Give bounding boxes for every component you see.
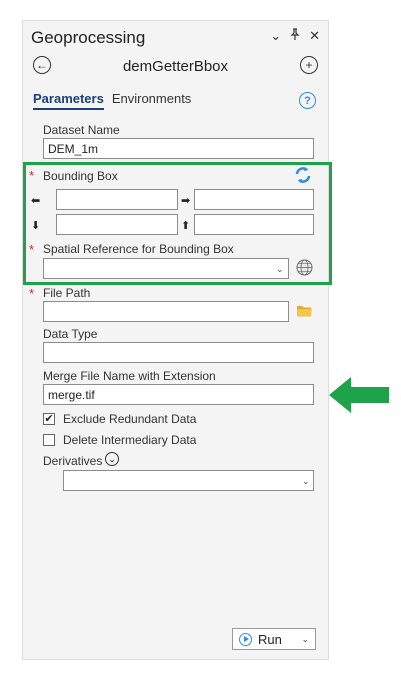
arrow-down-icon: ⬇ <box>31 220 41 232</box>
file-path-label: File Path <box>43 286 91 300</box>
exclude-redundant-label: Exclude Redundant Data <box>63 412 197 426</box>
spatial-ref-label: Spatial Reference for Bounding Box <box>43 242 234 256</box>
required-marker: * <box>29 286 35 301</box>
spatial-ref-select[interactable] <box>43 258 289 279</box>
title-controls: ⌄ ✕ <box>270 27 320 45</box>
bbox-right-input[interactable] <box>194 189 314 210</box>
help-icon[interactable]: ? <box>299 92 316 109</box>
required-marker: * <box>29 242 35 257</box>
bbox-top-input[interactable] <box>194 214 314 235</box>
run-label: Run <box>258 631 282 647</box>
tool-name: demGetterBbox <box>122 58 229 75</box>
run-dropdown-icon[interactable]: ⌄ <box>295 634 315 645</box>
tab-parameters[interactable]: Parameters <box>33 91 104 110</box>
exclude-redundant-checkbox[interactable]: ✔ <box>43 413 55 425</box>
arrow-right-icon: ➡ <box>181 195 191 207</box>
data-type-input[interactable] <box>43 342 314 363</box>
arrow-left-icon: ⬅ <box>31 195 41 207</box>
expand-chevron-icon[interactable]: ⌄ <box>105 452 119 466</box>
folder-icon[interactable] <box>296 304 313 323</box>
close-icon[interactable]: ✕ <box>309 27 320 45</box>
play-icon <box>239 632 252 646</box>
globe-icon[interactable] <box>296 259 313 281</box>
delete-intermediary-label: Delete Intermediary Data <box>63 433 197 447</box>
pane-title: Geoprocessing <box>31 28 146 47</box>
required-marker: * <box>29 168 35 183</box>
refresh-icon[interactable] <box>294 166 312 189</box>
bbox-bottom-input[interactable] <box>56 214 178 235</box>
tab-environments[interactable]: Environments <box>112 91 191 110</box>
arrow-up-icon: ⬆ <box>181 220 191 232</box>
file-path-input[interactable] <box>43 301 289 322</box>
run-button[interactable]: Run ⌄ <box>232 628 316 650</box>
bounding-box-label: Bounding Box <box>43 169 118 183</box>
chevron-down-icon[interactable]: ⌄ <box>270 27 281 45</box>
green-arrow-icon <box>329 375 391 420</box>
geoprocessing-pane: Geoprocessing ⌄ ✕ ← demGetterBbox + Para… <box>22 20 329 660</box>
dataset-name-label: Dataset Name <box>43 123 120 137</box>
derivatives-select[interactable] <box>63 470 314 491</box>
bbox-left-input[interactable] <box>56 189 178 210</box>
tabs: Parameters Environments <box>33 91 191 110</box>
add-icon[interactable]: + <box>300 56 318 74</box>
chevron-down-icon[interactable]: ⌄ <box>276 264 284 275</box>
merge-file-label: Merge File Name with Extension <box>43 369 216 383</box>
chevron-down-icon[interactable]: ⌄ <box>302 476 310 487</box>
data-type-label: Data Type <box>43 327 98 341</box>
merge-file-input[interactable] <box>43 384 314 405</box>
dataset-name-input[interactable] <box>43 138 314 159</box>
derivatives-label: Derivatives <box>43 454 103 468</box>
pin-icon[interactable] <box>290 27 300 45</box>
delete-intermediary-checkbox[interactable] <box>43 434 55 446</box>
